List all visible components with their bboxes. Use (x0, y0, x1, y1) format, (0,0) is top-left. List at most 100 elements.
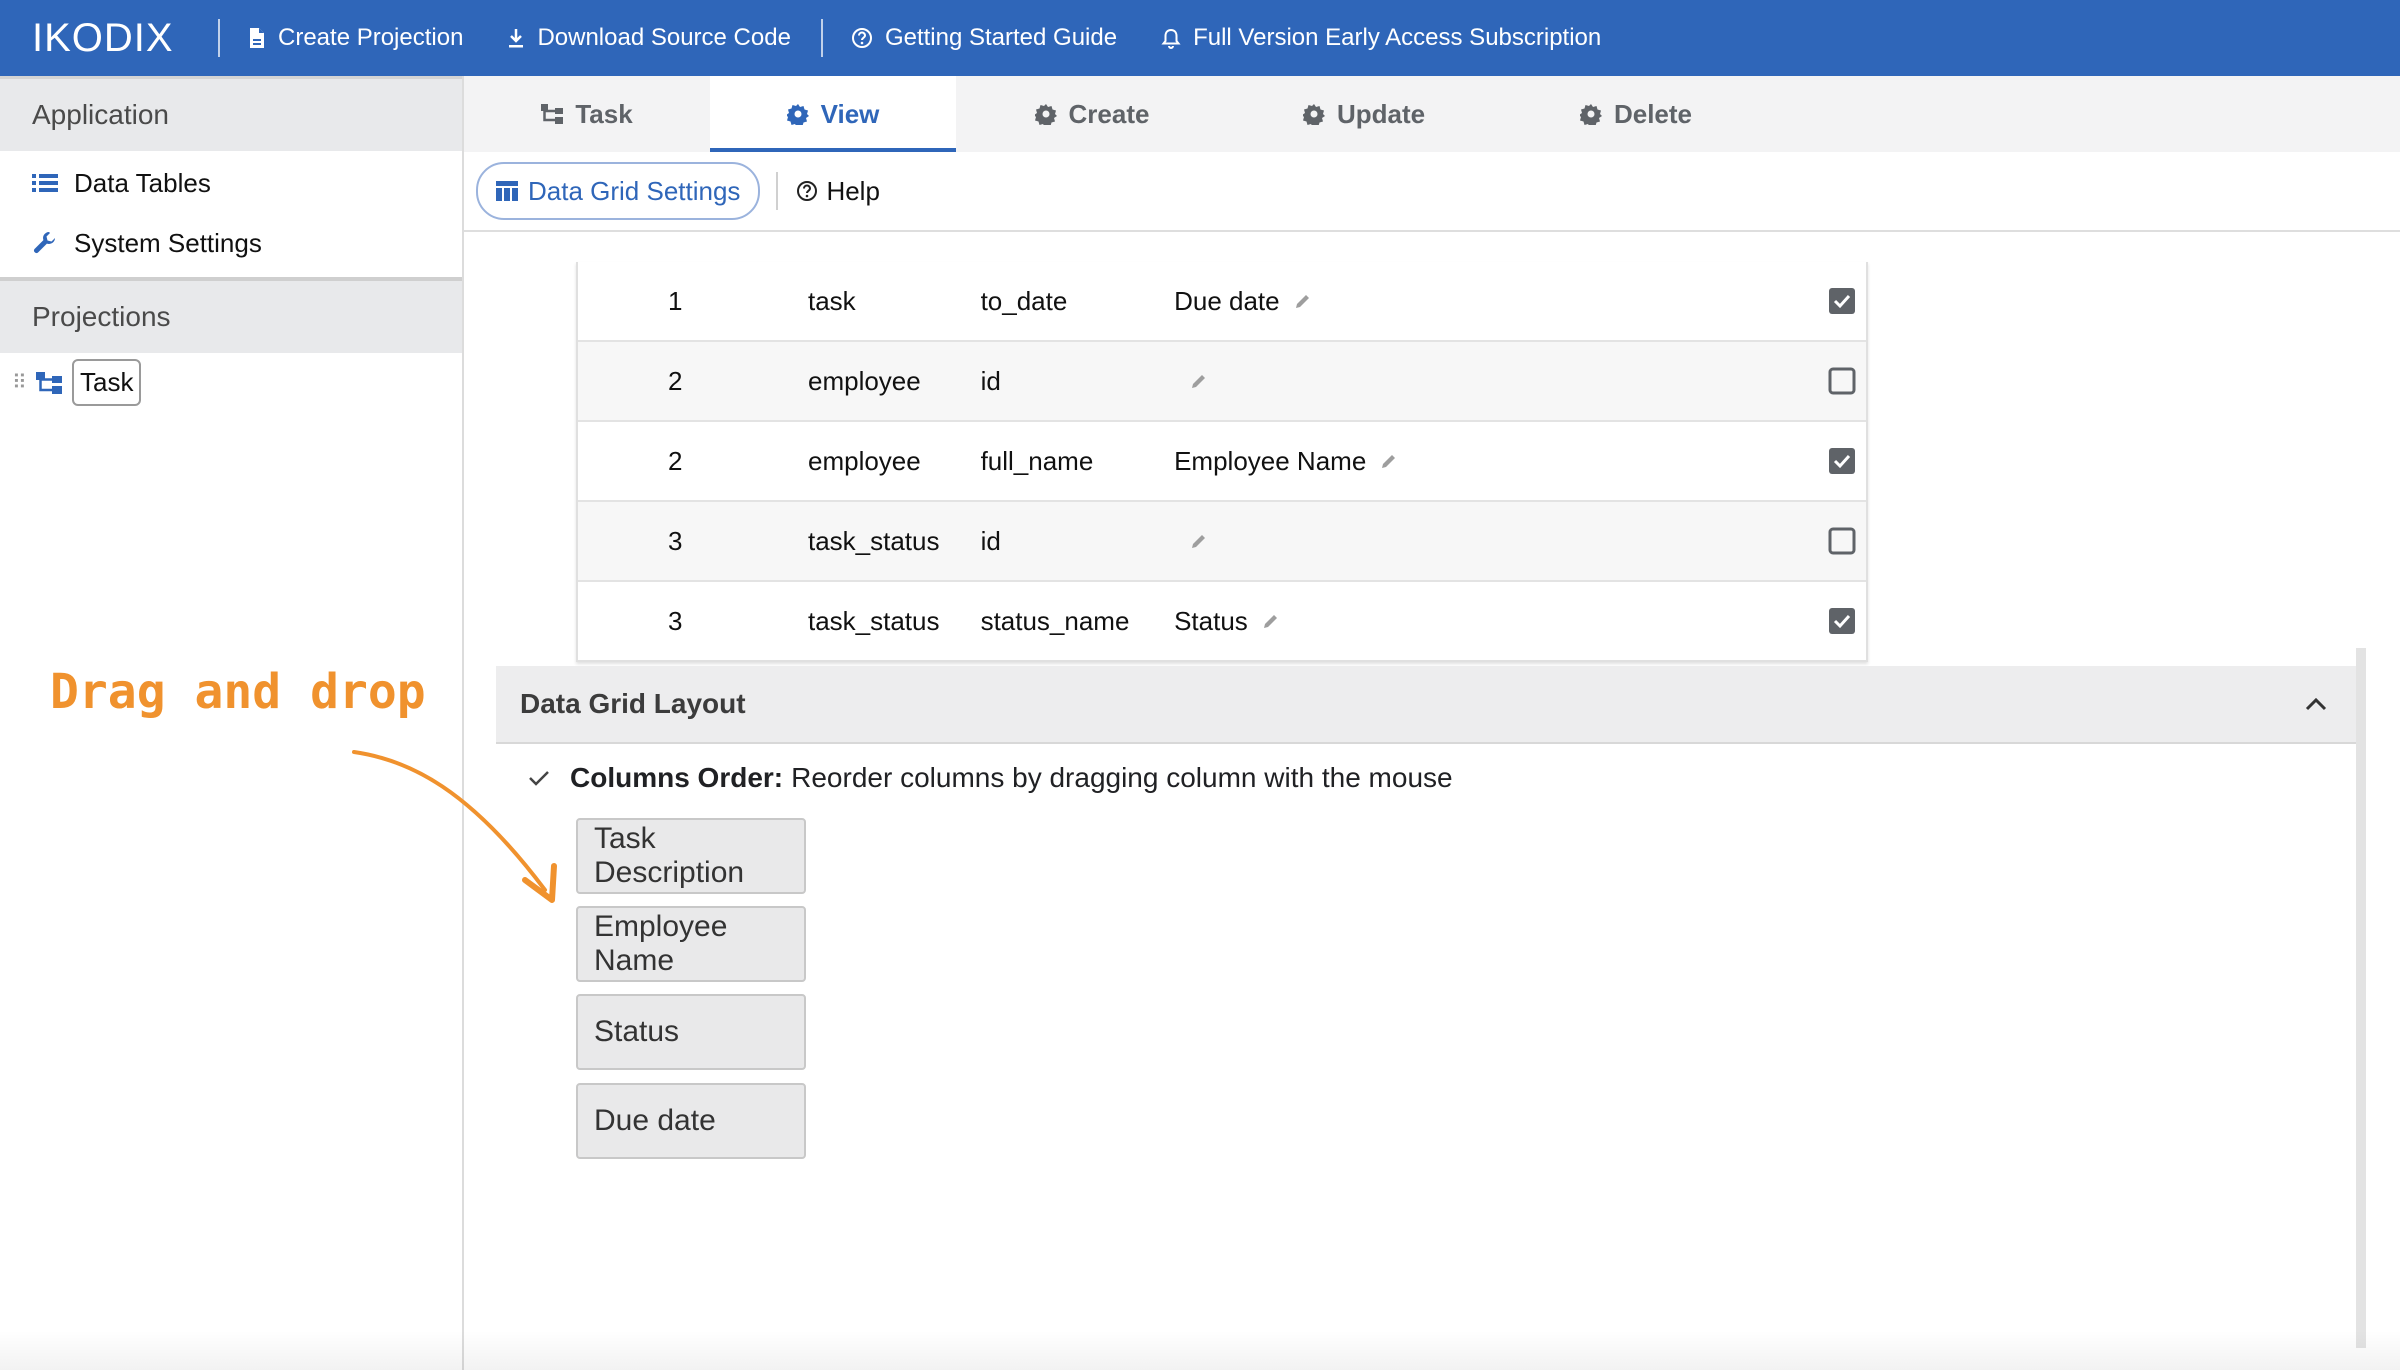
column-label: Status (1174, 605, 1248, 636)
checkbox-checked-icon[interactable] (1828, 447, 1856, 475)
help-circle-icon (797, 181, 818, 201)
getting-started-label: Getting Started Guide (884, 24, 1118, 51)
sidebar-item-label: Data Tables (74, 167, 211, 198)
drag-and-drop-annotation: Drag and drop (50, 664, 426, 720)
tab-label: Update (1336, 98, 1426, 129)
table-row: 1 task to_date Due date (578, 262, 1866, 342)
column-chip-employee-name[interactable]: Employee Name (576, 906, 806, 982)
projection-tree-label[interactable]: Task (72, 359, 142, 406)
top-navigation-bar: IKODIX Create Projection Download Source… (0, 0, 2400, 76)
gear-icon (786, 104, 809, 125)
full-version-link[interactable]: Full Version Early Access Subscription (1161, 24, 1601, 52)
tab-bar: Task View Create Update Delete (464, 76, 2400, 152)
column-name-cell: status_name (980, 605, 1130, 636)
tab-update[interactable]: Update (1228, 76, 1500, 152)
pencil-icon[interactable] (1380, 452, 1398, 470)
label-cell: Employee Name (1174, 446, 1529, 477)
hierarchy-icon (541, 104, 564, 124)
getting-started-link[interactable]: Getting Started Guide (851, 24, 1117, 52)
label-cell: Due date (1174, 286, 1529, 317)
data-grid-settings-button[interactable]: Data Grid Settings (476, 162, 761, 220)
column-name-cell: id (980, 365, 1001, 396)
columns-order-instruction: Columns Order: Reorder columns by draggi… (528, 762, 1453, 794)
column-chip-due-date[interactable]: Due date (576, 1083, 806, 1159)
tab-task[interactable]: Task (464, 76, 710, 152)
order-number: 3 (667, 605, 683, 636)
pencil-icon[interactable] (1190, 372, 1208, 390)
help-button[interactable]: Help (796, 175, 880, 207)
label-cell (1174, 526, 1529, 557)
toolbar-divider (776, 172, 779, 210)
tab-view[interactable]: View (710, 76, 956, 152)
topbar-divider (820, 19, 823, 57)
tab-label: Task (575, 98, 633, 129)
bell-icon (1161, 28, 1181, 49)
gear-icon (1034, 104, 1057, 125)
download-icon (509, 29, 524, 48)
table-name-cell: task (807, 285, 856, 316)
pencil-icon[interactable] (1190, 532, 1208, 550)
label-cell (1174, 366, 1529, 397)
data-grid-settings-label: Data Grid Settings (528, 175, 741, 206)
visibility-checkbox[interactable] (1818, 527, 1866, 555)
column-label: Employee Name (1174, 445, 1367, 476)
tab-delete[interactable]: Delete (1500, 76, 1772, 152)
sidebar-item-system-settings[interactable]: System Settings (0, 213, 462, 273)
application-section-header: Application (0, 76, 462, 151)
panel-title: Data Grid Layout (520, 688, 746, 719)
vertical-scrollbar[interactable] (2356, 648, 2366, 1348)
visibility-checkbox[interactable] (1818, 287, 1866, 315)
drag-handle-icon[interactable]: ⠿ (12, 373, 32, 393)
order-number: 1 (667, 285, 683, 316)
download-source-label: Download Source Code (537, 24, 791, 51)
table-name-cell: employee (807, 365, 921, 396)
visibility-checkbox[interactable] (1818, 607, 1866, 635)
help-label: Help (826, 175, 880, 206)
columns-order-text: Reorder columns by dragging column with … (791, 762, 1453, 793)
visibility-checkbox[interactable] (1818, 367, 1866, 395)
checkbox-unchecked-icon[interactable] (1828, 367, 1856, 395)
column-chip-task-description[interactable]: Task Description (576, 818, 806, 894)
gear-icon (1302, 104, 1325, 125)
column-name-cell: full_name (980, 445, 1094, 476)
projection-tree-item-task[interactable]: ⠿ Task (0, 359, 462, 406)
table-row: 3 task_status id (578, 502, 1866, 582)
full-version-label: Full Version Early Access Subscription (1193, 24, 1602, 51)
table-icon (496, 181, 518, 201)
gear-icon (1579, 104, 1602, 125)
checkbox-checked-icon[interactable] (1828, 607, 1856, 635)
chevron-up-icon[interactable] (2304, 696, 2328, 712)
sidebar-item-label: System Settings (74, 227, 262, 258)
table-row: 3 task_status status_name Status (578, 582, 1866, 660)
label-cell: Status (1174, 606, 1529, 637)
sidebar-item-data-tables[interactable]: Data Tables (0, 153, 462, 213)
table-row: 2 employee id (578, 342, 1866, 422)
tab-label: Create (1068, 98, 1150, 129)
checkbox-unchecked-icon[interactable] (1828, 527, 1856, 555)
brand-logo[interactable]: IKODIX (32, 16, 173, 61)
document-icon (250, 28, 264, 48)
table-name-cell: task_status (807, 605, 940, 636)
pencil-icon[interactable] (1294, 292, 1312, 310)
order-cell: 3 (578, 606, 728, 637)
tab-label: Delete (1613, 98, 1693, 129)
columns-order-title: Columns Order: (570, 762, 784, 793)
hierarchy-icon (36, 371, 62, 394)
list-icon (32, 174, 58, 192)
create-projection-link[interactable]: Create Projection (248, 24, 463, 52)
tab-create[interactable]: Create (956, 76, 1228, 152)
column-chip-status[interactable]: Status (576, 994, 806, 1070)
column-label: Due date (1174, 285, 1280, 316)
column-name-cell: id (980, 525, 1001, 556)
visibility-checkbox[interactable] (1818, 447, 1866, 475)
download-source-link[interactable]: Download Source Code (507, 24, 791, 52)
wrench-icon (34, 232, 55, 253)
pencil-icon[interactable] (1262, 612, 1280, 630)
order-cell: 2 (578, 366, 728, 397)
order-cell: 3 (578, 526, 728, 557)
data-grid-layout-panel-header[interactable]: Data Grid Layout (496, 666, 2356, 744)
help-circle-icon (851, 28, 872, 48)
checkbox-checked-icon[interactable] (1828, 287, 1856, 315)
bottom-shadow (0, 1330, 2400, 1370)
tab-label: View (820, 98, 880, 129)
